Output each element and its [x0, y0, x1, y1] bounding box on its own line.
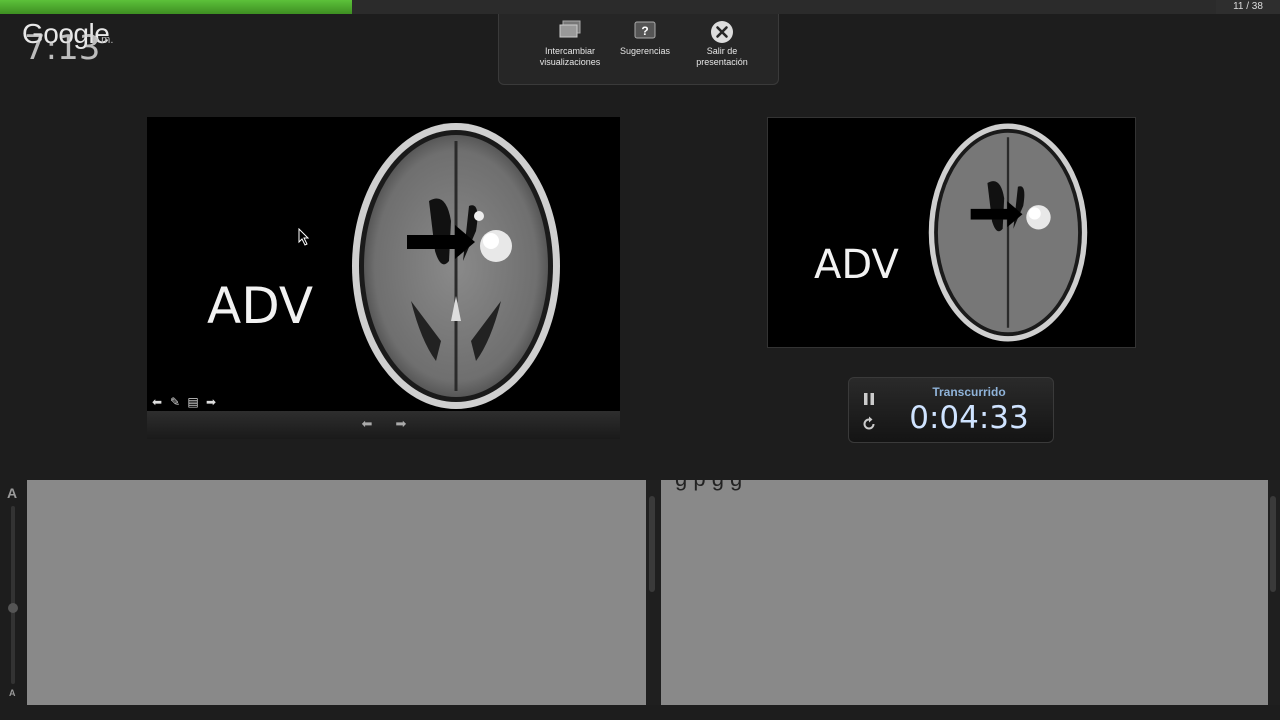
- next-arrow-icon[interactable]: ➡: [204, 395, 218, 409]
- presentation-progress-bar: [0, 0, 1216, 14]
- clock-time: 7:13: [24, 28, 101, 68]
- presenter-toolbar: Intercambiar visualizaciones ? Sugerenci…: [498, 14, 779, 85]
- font-size-large-label: A: [7, 485, 18, 501]
- slide-counter: 11 / 38: [1216, 0, 1280, 14]
- exit-presentation-button[interactable]: Salir de presentación: [689, 20, 755, 68]
- pen-icon[interactable]: ✎: [168, 395, 182, 409]
- previous-slide-button[interactable]: ⬅: [359, 416, 375, 432]
- pause-icon[interactable]: [863, 392, 875, 406]
- next-slide-preview[interactable]: ADV: [767, 117, 1136, 348]
- current-slide[interactable]: ADV: [147, 117, 620, 411]
- exit-label-1: Salir de: [706, 46, 738, 56]
- help-question-icon: ?: [634, 21, 656, 39]
- next-slide-button[interactable]: ➡: [393, 416, 409, 432]
- font-size-knob[interactable]: [8, 603, 18, 613]
- exit-label-2: presentación: [696, 57, 748, 67]
- timer-label: Transcurrido: [932, 385, 1006, 399]
- mouse-cursor-icon: [298, 228, 310, 246]
- previous-arrow-icon[interactable]: ⬅: [150, 395, 164, 409]
- reset-icon[interactable]: [861, 416, 877, 432]
- swap-views-label-2: visualizaciones: [539, 57, 601, 67]
- swap-views-button[interactable]: Intercambiar visualizaciones: [535, 20, 605, 68]
- slide-title: ADV: [207, 277, 314, 335]
- svg-text:?: ?: [641, 24, 648, 38]
- progress-fill: [0, 0, 352, 14]
- next-mri-brain-image: [928, 123, 1088, 342]
- timer-value: 0:04:33: [909, 400, 1029, 436]
- mri-brain-image: [352, 123, 560, 409]
- notes-text: g p g g: [675, 480, 742, 492]
- speaker-notes-left[interactable]: [27, 480, 646, 705]
- suggestions-label: Sugerencias: [619, 46, 671, 56]
- menu-icon[interactable]: ▤: [186, 395, 200, 409]
- slide-navigation-bar: ⬅ ➡: [147, 411, 620, 439]
- pane-divider-handle[interactable]: [649, 496, 655, 592]
- clock-suffix: p.m.: [92, 34, 114, 46]
- suggestions-button[interactable]: ? Sugerencias: [615, 20, 675, 57]
- stacked-windows-icon: [559, 20, 581, 38]
- font-size-small-label: A: [9, 688, 16, 698]
- close-circle-icon: [711, 21, 733, 43]
- notes-scrollbar-thumb[interactable]: [1270, 496, 1276, 592]
- bottom-bar: [0, 705, 1280, 720]
- swap-views-label-1: Intercambiar: [544, 46, 596, 56]
- speaker-notes-right[interactable]: g p g g: [661, 480, 1268, 705]
- elapsed-timer: Transcurrido 0:04:33: [848, 377, 1054, 443]
- slide-mini-toolbar: ⬅ ✎ ▤ ➡: [150, 395, 218, 409]
- next-slide-title: ADV: [814, 242, 899, 288]
- font-size-track[interactable]: [11, 506, 15, 684]
